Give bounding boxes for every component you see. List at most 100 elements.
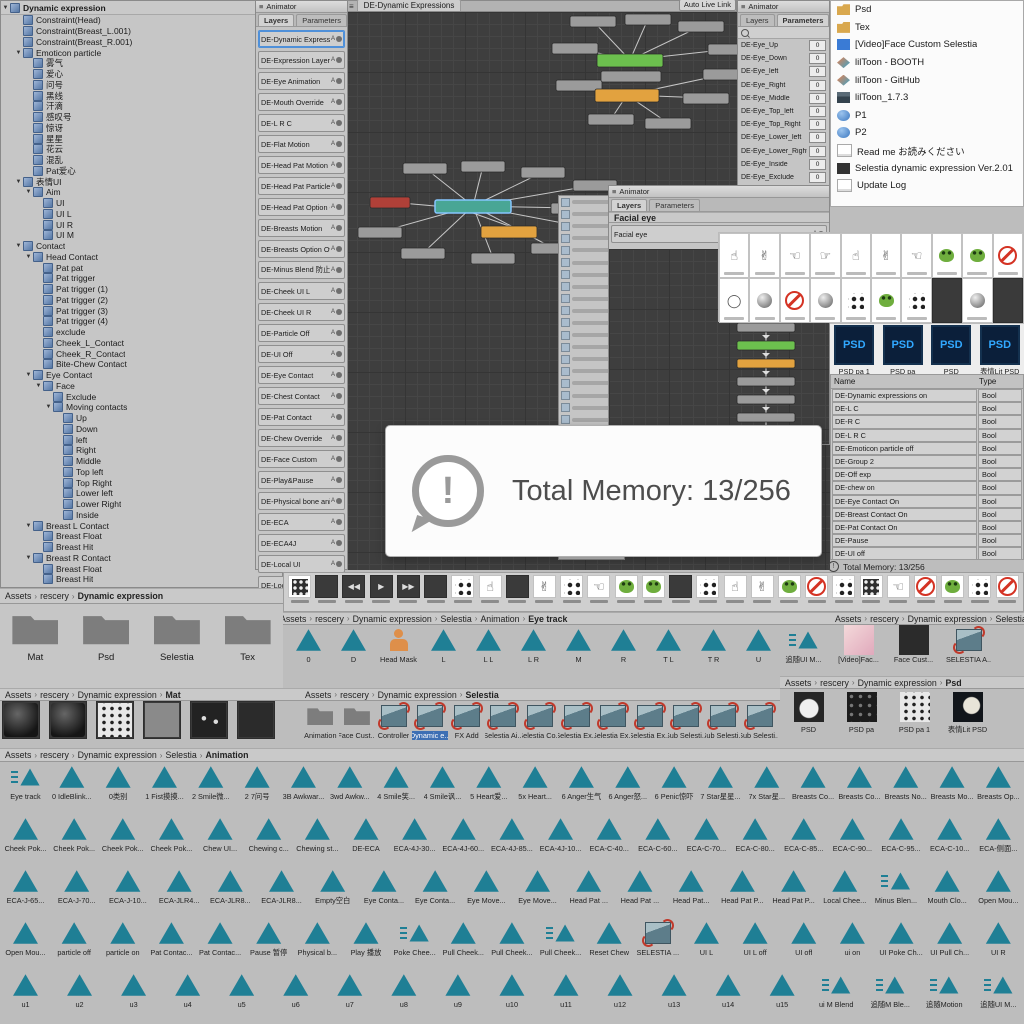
asset-item[interactable]: 表情Lit PSD [945,689,990,748]
asset-item[interactable]: Cheek Pok... [52,814,97,866]
asset-item[interactable]: Open Mou... [3,918,48,970]
gesture-thumb[interactable]: ☝ [841,233,871,278]
breadcrumb-segment[interactable]: Psd [945,678,961,688]
material-thumb[interactable] [96,701,134,739]
breadcrumb-segment[interactable]: Selestia [440,614,471,624]
asset-thumb[interactable]: ✌ [750,575,775,603]
gesture-thumb[interactable] [780,278,810,323]
asset-item[interactable]: UI off [781,918,826,970]
asset-item[interactable]: 5x Heart... [513,762,558,814]
asset-item[interactable]: UI R [976,918,1021,970]
psd-file[interactable]: PSDPSD pa [881,325,926,377]
asset-item[interactable]: 6 Penic惊吓 [652,762,697,814]
menu-icon[interactable]: ≡ [612,187,616,196]
hierarchy-item[interactable]: ▼Breast R Contact [1,553,282,564]
asset-thumb[interactable] [450,575,475,603]
hierarchy-item[interactable]: Constraint(Head) [1,15,282,26]
breadcrumb-segment[interactable]: Animation [205,750,248,760]
gear-icon[interactable] [336,141,342,147]
asset-item[interactable]: ECA-JLR8... [208,866,253,918]
asset-thumb[interactable]: ▶ [369,575,394,603]
asset-item[interactable]: Minus Blen... [873,866,918,918]
hierarchy-item[interactable]: Top left [1,467,282,478]
gear-icon[interactable] [336,519,342,525]
asset-item[interactable]: Breasts Op... [976,762,1021,814]
asset-item[interactable]: Eye Move... [515,866,560,918]
asset-item[interactable]: 2 7问号 [235,762,280,814]
asset-thumb[interactable]: ☝ [478,575,503,603]
gesture-thumb[interactable]: ☜ [901,233,931,278]
graph-tab[interactable]: DE-Dynamic Expressions [357,0,462,11]
asset-item[interactable]: u10 [489,970,534,1022]
gear-icon[interactable] [336,330,342,336]
asset-item[interactable]: Selestia Ex... [558,701,595,748]
gear-icon[interactable] [336,309,342,315]
hierarchy-item[interactable]: ▼Eye Contact [1,370,282,381]
parameter-value-field[interactable]: 0 [809,132,826,143]
parameter-row[interactable]: DE-R CBool [831,415,1023,428]
parameter-value-field[interactable]: 0 [809,119,826,130]
breadcrumb-segment[interactable]: rescery [40,591,69,601]
asset-item[interactable]: PSD pa 1 [892,689,937,748]
asset-item[interactable]: Head Pat ... [617,866,662,918]
animator-layer[interactable]: DE-Breasts Option OverrideA [258,240,345,258]
asset-item[interactable]: Pause 暂停 [246,918,291,970]
material-thumb[interactable] [143,701,181,739]
animator-parameter[interactable]: DE-Eye_Lower_Right0 [738,145,829,158]
asset-thumb[interactable] [559,575,584,603]
animator-parameter[interactable]: DE-Eye_Top_Right0 [738,118,829,131]
parameter-row[interactable]: DE-PauseBool [831,534,1023,547]
animator-layer[interactable]: DE-ECA4JA [258,534,345,552]
asset-item[interactable]: Eye track [3,762,48,814]
menu-icon[interactable]: ≡ [259,2,263,11]
asset-item[interactable]: Open Mou... [976,866,1021,918]
asset-item[interactable]: 7 Star星星... [698,762,743,814]
hierarchy-item[interactable]: Pat pat [1,262,282,273]
asset-item[interactable]: Head Pat P... [771,866,816,918]
asset-thumb[interactable] [314,575,339,603]
animator-layer[interactable]: DE-UI OffA [258,345,345,363]
asset-item[interactable]: Breasts Co... [837,762,882,814]
asset-item[interactable]: Controller [375,701,412,748]
parameter-row[interactable]: DE-L CBool [831,402,1023,415]
asset-item[interactable]: Cheek Pok... [149,814,194,866]
asset-thumb[interactable]: ☝ [723,575,748,603]
asset-item[interactable]: u2 [57,970,102,1022]
gear-icon[interactable] [336,561,342,567]
animator-layer[interactable]: DE-Flat MotionA [258,135,345,153]
project-file-row[interactable]: Tex [831,19,1023,37]
hierarchy-item[interactable]: Pat爱心 [1,166,282,177]
asset-item[interactable]: u15 [760,970,805,1022]
asset-item[interactable]: ui on [830,918,875,970]
hierarchy-item[interactable]: 星星 [1,133,282,144]
gear-icon[interactable] [336,435,342,441]
hierarchy-item[interactable]: Breast Hit [1,542,282,553]
asset-item[interactable]: Selestia Co... [522,701,559,748]
asset-item[interactable]: particle on [100,918,145,970]
asset-thumb[interactable]: ☜ [886,575,911,603]
hierarchy-item[interactable]: Constraint(Breast_R.001) [1,37,282,48]
parameter-value-field[interactable]: 0 [809,40,826,51]
asset-item[interactable]: Physical b... [295,918,340,970]
gesture-thumb[interactable] [932,278,962,323]
breadcrumb-segment[interactable]: rescery [40,690,69,700]
asset-item[interactable]: Play 播放 [343,918,388,970]
asset-thumb[interactable] [614,575,639,603]
asset-thumb[interactable]: ◀◀ [341,575,366,603]
asset-thumb[interactable] [940,575,965,603]
parameter-row[interactable]: DE-Eye Contact OnBool [831,495,1023,508]
asset-item[interactable]: SELESTIA ... [635,918,680,970]
gear-icon[interactable] [336,120,342,126]
folder-item[interactable]: Mat [4,612,66,688]
hierarchy-item[interactable]: ▼Face [1,381,282,392]
asset-item[interactable]: 1 Fist摸摸... [142,762,187,814]
gear-icon[interactable] [336,57,342,63]
hierarchy-item[interactable]: Pat trigger (2) [1,295,282,306]
animator-parameter[interactable]: DE-Eye_Exclude0 [738,171,829,184]
project-file-row[interactable]: Psd [831,1,1023,19]
animator-layer[interactable]: DE-Face CustomA [258,450,345,468]
asset-item[interactable]: Sub Selesti... [668,701,705,748]
gear-icon[interactable] [336,477,342,483]
parameter-row[interactable]: DE-Off expBool [831,468,1023,481]
asset-item[interactable]: u1 [3,970,48,1022]
